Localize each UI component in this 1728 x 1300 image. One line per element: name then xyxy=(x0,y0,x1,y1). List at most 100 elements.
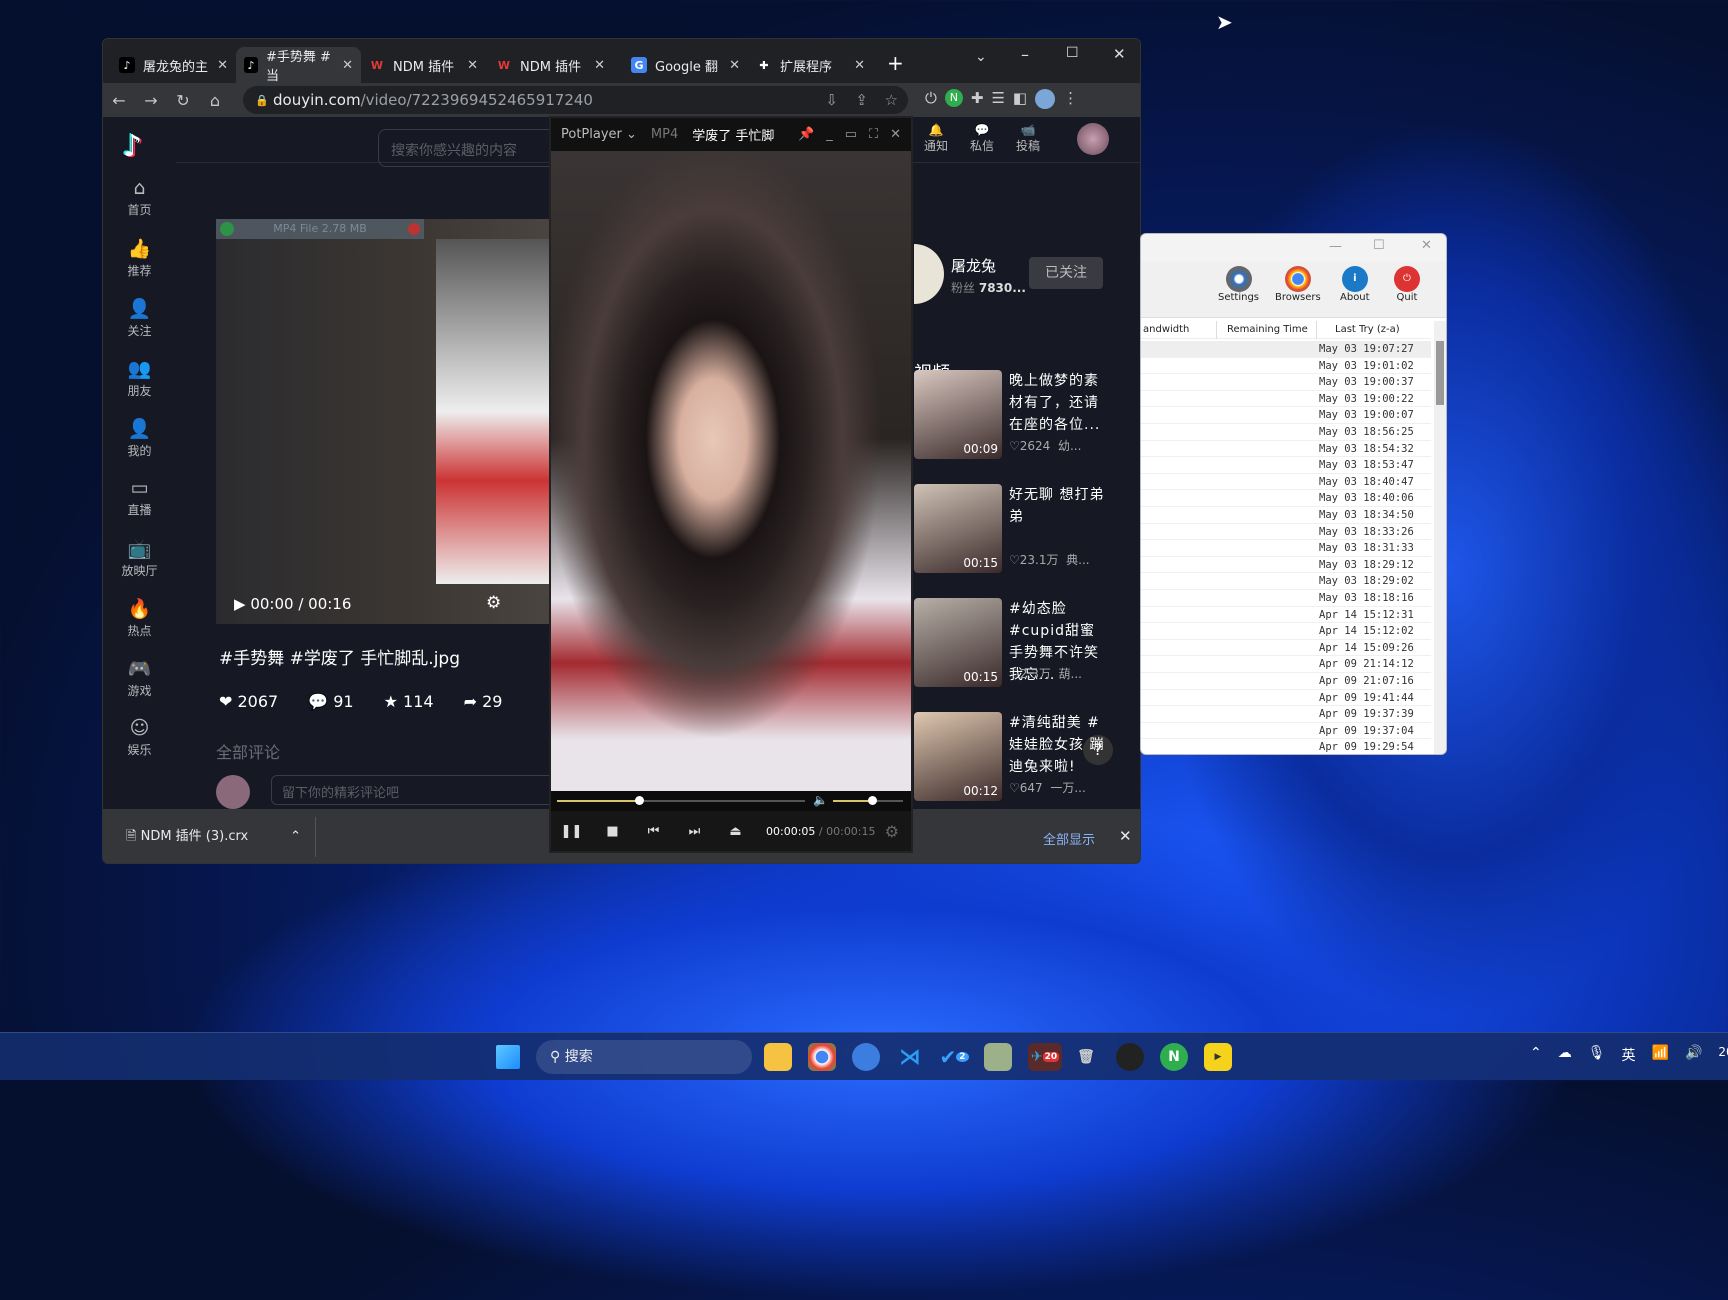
side-panel-icon[interactable]: ◧ xyxy=(1013,89,1027,109)
sidebar-item-2[interactable]: 👤 关注 xyxy=(103,297,176,339)
user-avatar[interactable] xyxy=(1077,123,1109,155)
close-icon[interactable]: ✕ xyxy=(594,58,605,73)
home-icon[interactable]: ⌂ xyxy=(199,91,231,110)
author-avatar[interactable] xyxy=(914,244,944,304)
scrollbar[interactable] xyxy=(1434,321,1446,754)
close-shelf-button[interactable]: ✕ xyxy=(1119,827,1132,845)
maximize-button[interactable]: ☐ xyxy=(1066,45,1079,61)
tab-1[interactable]: ♪ #手势舞 #当 ✕ xyxy=(236,47,361,84)
power-extension-icon[interactable]: ⏻ xyxy=(925,89,937,109)
bookmark-star-icon[interactable]: ☆ xyxy=(885,91,898,109)
video-thumbnail[interactable]: 00:15 xyxy=(914,598,1002,687)
tab-5[interactable]: ✚ 扩展程序 ✕ xyxy=(748,47,873,83)
stop-button[interactable]: ■ xyxy=(592,824,633,839)
maximize-button[interactable]: ☐ xyxy=(1373,238,1385,253)
menu-icon[interactable]: ⋮ xyxy=(1063,89,1078,109)
messages-button[interactable]: 💬 私信 xyxy=(970,123,994,154)
table-row[interactable]: Apr 09 21:07:16 xyxy=(1141,673,1431,690)
recycle-bin-icon[interactable]: 🗑 xyxy=(1072,1043,1100,1071)
comment-input[interactable]: 留下你的精彩评论吧 xyxy=(271,775,571,805)
tab-search-button[interactable]: ⌄ xyxy=(975,49,987,65)
clock[interactable]: 20 xyxy=(1718,1045,1728,1065)
table-row[interactable]: May 03 18:56:25 xyxy=(1141,424,1431,441)
seek-bar[interactable] xyxy=(557,796,805,805)
share-button[interactable]: ➦ 29 xyxy=(464,692,503,711)
close-button[interactable]: ✕ xyxy=(890,127,901,142)
author-name[interactable]: 屠龙兔 xyxy=(951,255,996,276)
show-all-button[interactable]: 全部显示 xyxy=(1043,829,1095,848)
eject-button[interactable]: ⏏ xyxy=(715,824,756,839)
notifications-button[interactable]: 🔔 通知 xyxy=(924,123,948,154)
tab-2[interactable]: W NDM 插件 ✕ xyxy=(361,47,486,83)
table-row[interactable]: May 03 18:18:16 xyxy=(1141,590,1431,607)
like-button[interactable]: ❤ 2067 xyxy=(219,692,278,711)
table-row[interactable]: Apr 09 19:37:04 xyxy=(1141,723,1431,740)
sidebar-item-8[interactable]: 🎮 游戏 xyxy=(103,657,176,699)
table-row[interactable]: May 03 18:54:32 xyxy=(1141,441,1431,458)
ndm-icon[interactable]: N xyxy=(1160,1043,1188,1071)
video-player[interactable]: MP4 File 2.78 MB ▶ 00:00 / 00:16 ⚙ xyxy=(216,219,553,624)
media-control-icon[interactable]: ☰ xyxy=(991,89,1004,109)
pawpaw-icon[interactable]: ▶ xyxy=(1204,1043,1232,1071)
start-button[interactable] xyxy=(496,1045,520,1069)
pause-button[interactable]: ❚❚ xyxy=(551,824,592,839)
download-item[interactable]: 🗎 NDM 插件 (3).crx ⌃ xyxy=(111,817,316,857)
pin-icon[interactable]: 📌 xyxy=(798,127,814,142)
todo-icon[interactable]: ✔ 2 xyxy=(939,1043,969,1071)
sidebar-item-6[interactable]: 📺 放映厅 xyxy=(103,537,176,579)
table-row[interactable]: May 03 19:00:22 xyxy=(1141,391,1431,408)
back-icon[interactable]: ← xyxy=(103,91,135,110)
sidebar-item-9[interactable]: ☺ 娱乐 xyxy=(103,717,176,758)
about-button[interactable]: i About xyxy=(1340,266,1370,303)
ndm-download-bar[interactable]: MP4 File 2.78 MB xyxy=(216,219,424,239)
favorite-button[interactable]: ★ 114 xyxy=(384,692,434,711)
vscode-icon[interactable]: ⋊ xyxy=(896,1043,924,1071)
table-row[interactable]: May 03 18:29:12 xyxy=(1141,557,1431,574)
douyin-logo[interactable]: ♪ xyxy=(123,129,142,164)
reload-icon[interactable]: ↻ xyxy=(167,91,199,110)
table-row[interactable]: Apr 09 19:37:39 xyxy=(1141,706,1431,723)
install-icon[interactable]: ⇩ xyxy=(825,91,838,109)
table-row[interactable]: May 03 19:01:02 xyxy=(1141,358,1431,375)
table-row[interactable]: May 03 18:53:47 xyxy=(1141,457,1431,474)
taskbar-search[interactable]: ⚲ 搜索 xyxy=(536,1040,752,1074)
upload-button[interactable]: 📹 投稿 xyxy=(1016,123,1040,154)
followed-button[interactable]: 已关注 xyxy=(1029,257,1103,289)
volume-handle[interactable] xyxy=(867,796,877,805)
table-row[interactable]: May 03 18:40:47 xyxy=(1141,474,1431,491)
mail-icon[interactable] xyxy=(852,1043,880,1071)
video-thumbnail[interactable]: 00:12 xyxy=(914,712,1002,801)
minimize-button[interactable]: — xyxy=(1329,239,1342,254)
video-thumbnail[interactable]: 00:15 xyxy=(914,484,1002,573)
table-row[interactable]: May 03 18:33:26 xyxy=(1141,524,1431,541)
fullscreen-button[interactable]: ⛶ xyxy=(869,127,878,142)
quit-button[interactable]: ⏻ Quit xyxy=(1394,266,1420,303)
chevron-up-icon[interactable]: ⌃ xyxy=(1530,1045,1542,1065)
table-row[interactable]: May 03 18:34:50 xyxy=(1141,507,1431,524)
table-row[interactable]: Apr 14 15:12:31 xyxy=(1141,607,1431,624)
minimize-button[interactable]: _ xyxy=(826,127,833,142)
maximize-button[interactable]: ▭ xyxy=(845,127,857,142)
scrollbar-thumb[interactable] xyxy=(1436,341,1444,405)
tab-3[interactable]: W NDM 插件 ✕ xyxy=(488,47,613,83)
close-icon[interactable]: ✕ xyxy=(217,58,228,73)
volume-icon[interactable]: 🔈 xyxy=(813,793,828,807)
comment-button[interactable]: 💬 91 xyxy=(308,692,353,711)
column-bandwidth[interactable]: andwidth xyxy=(1143,324,1189,335)
close-icon[interactable]: ✕ xyxy=(467,58,478,73)
extensions-icon[interactable]: ✚ xyxy=(971,89,984,109)
volume-icon[interactable]: 🔊 xyxy=(1685,1045,1702,1065)
close-window-button[interactable]: ✕ xyxy=(1113,45,1126,63)
browsers-button[interactable]: Browsers xyxy=(1275,266,1321,303)
table-row[interactable]: Apr 09 19:41:44 xyxy=(1141,690,1431,707)
video-card-title[interactable]: #清纯甜美 #娃娃脸女孩 蹦迪兔来啦! xyxy=(1009,712,1109,778)
profile-avatar[interactable] xyxy=(1035,89,1056,109)
chevron-up-icon[interactable]: ⌃ xyxy=(290,817,301,857)
tab-4[interactable]: G Google 翻 ✕ xyxy=(623,47,748,83)
table-row[interactable]: May 03 18:31:33 xyxy=(1141,540,1431,557)
minimize-button[interactable]: – xyxy=(1021,45,1029,64)
table-row[interactable]: Apr 14 15:12:02 xyxy=(1141,623,1431,640)
video-thumbnail[interactable]: 00:09 xyxy=(914,370,1002,459)
settings-gear-icon[interactable]: ⚙ xyxy=(486,593,501,613)
sidebar-item-3[interactable]: 👥 朋友 xyxy=(103,357,176,399)
